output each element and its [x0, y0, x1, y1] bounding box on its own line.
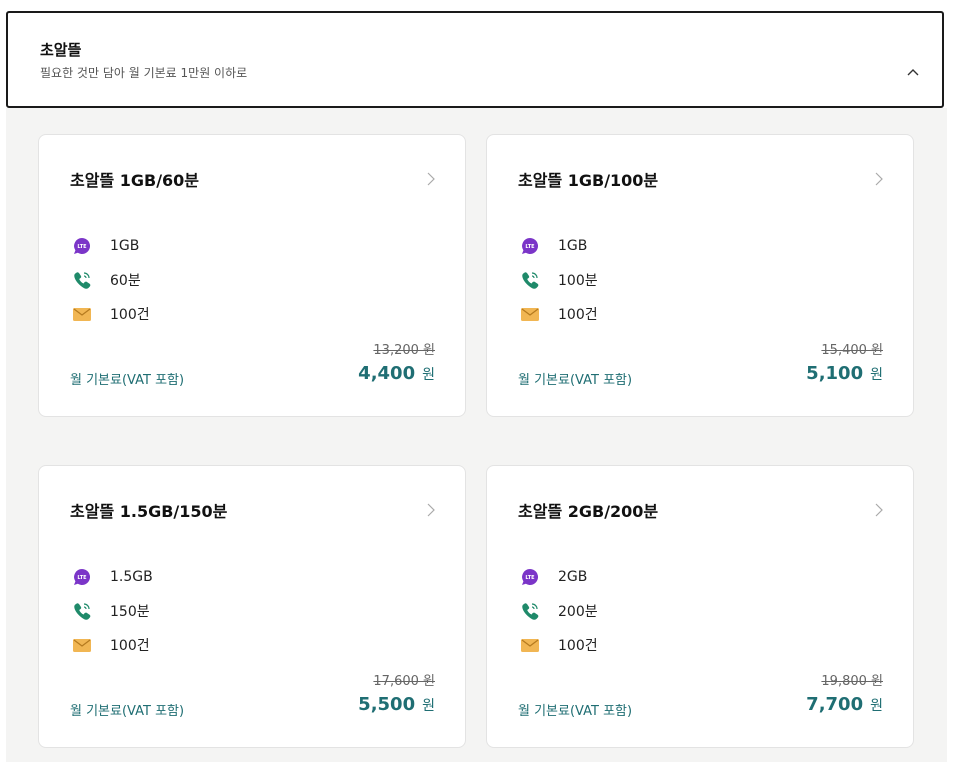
- data-amount: 2GB: [558, 569, 588, 585]
- discount-price: 5,100 원: [806, 363, 883, 384]
- voice-feature: 60분: [72, 269, 141, 291]
- discount-price: 5,500 원: [358, 694, 435, 715]
- original-price: 15,400 원: [821, 343, 883, 358]
- plan-card[interactable]: 초알뜰 2GB/200분 LTE 2GB 200분 100건 19,800 원 …: [486, 465, 914, 748]
- envelope-icon: [72, 304, 92, 324]
- data-feature: LTE 1GB: [72, 235, 139, 257]
- discount-price: 7,700 원: [806, 694, 883, 715]
- sms-feature: 100건: [520, 303, 598, 325]
- plan-card[interactable]: 초알뜰 1GB/100분 LTE 1GB 100분 100건 15,400 원 …: [486, 134, 914, 417]
- sms-count: 100건: [110, 307, 150, 323]
- sms-count: 100건: [558, 307, 598, 323]
- svg-text:LTE: LTE: [525, 575, 535, 581]
- lte-data-icon: LTE: [72, 236, 92, 256]
- phone-call-icon: [520, 601, 540, 621]
- sms-count: 100건: [110, 638, 150, 654]
- original-price: 17,600 원: [373, 674, 435, 689]
- data-feature: LTE 1GB: [520, 235, 587, 257]
- phone-call-icon: [520, 270, 540, 290]
- price-currency: 원: [870, 698, 883, 714]
- envelope-icon: [520, 635, 540, 655]
- category-subtitle: 필요한 것만 담아 월 기본료 1만원 이하로: [40, 66, 248, 80]
- original-price: 13,200 원: [373, 343, 435, 358]
- plan-category-header[interactable]: 초알뜰 필요한 것만 담아 월 기본료 1만원 이하로: [6, 11, 944, 108]
- lte-data-icon: LTE: [520, 236, 540, 256]
- data-feature: LTE 2GB: [520, 566, 587, 588]
- envelope-icon: [72, 635, 92, 655]
- monthly-fee-label: 월 기본료(VAT 포함): [518, 373, 633, 388]
- plan-name: 초알뜰 1.5GB/150분: [70, 502, 228, 521]
- monthly-fee-label: 월 기본료(VAT 포함): [518, 704, 633, 719]
- plan-card[interactable]: 초알뜰 1GB/60분 LTE 1GB 60분 100건 13,200 원 월 …: [38, 134, 466, 417]
- sms-feature: 100건: [520, 634, 598, 656]
- plan-name: 초알뜰 2GB/200분: [518, 502, 659, 521]
- svg-text:LTE: LTE: [525, 244, 535, 250]
- phone-call-icon: [72, 270, 92, 290]
- price-amount: 5,100: [806, 363, 864, 384]
- monthly-fee-label: 월 기본료(VAT 포함): [70, 704, 185, 719]
- data-amount: 1GB: [110, 238, 140, 254]
- original-price: 19,800 원: [821, 674, 883, 689]
- plan-list-panel: 초알뜰 1GB/60분 LTE 1GB 60분 100건 13,200 원 월 …: [6, 108, 947, 762]
- plan-name: 초알뜰 1GB/100분: [518, 171, 659, 190]
- chevron-right-icon[interactable]: [875, 503, 883, 517]
- envelope-icon: [520, 304, 540, 324]
- lte-data-icon: LTE: [520, 567, 540, 587]
- voice-minutes: 200분: [558, 604, 598, 620]
- sms-count: 100건: [558, 638, 598, 654]
- voice-minutes: 100분: [558, 273, 598, 289]
- svg-text:LTE: LTE: [77, 244, 87, 250]
- category-title: 초알뜰: [40, 41, 82, 59]
- sms-feature: 100건: [72, 634, 150, 656]
- price-amount: 7,700: [806, 694, 864, 715]
- monthly-fee-label: 월 기본료(VAT 포함): [70, 373, 185, 388]
- price-currency: 원: [422, 367, 435, 383]
- svg-text:LTE: LTE: [77, 575, 87, 581]
- price-amount: 5,500: [358, 694, 416, 715]
- voice-feature: 150분: [72, 600, 150, 622]
- voice-minutes: 150분: [110, 604, 150, 620]
- sms-feature: 100건: [72, 303, 150, 325]
- plan-card[interactable]: 초알뜰 1.5GB/150분 LTE 1.5GB 150분 100건 17,60…: [38, 465, 466, 748]
- chevron-up-icon[interactable]: [906, 65, 920, 79]
- voice-minutes: 60분: [110, 273, 141, 289]
- discount-price: 4,400 원: [358, 363, 435, 384]
- chevron-right-icon[interactable]: [427, 503, 435, 517]
- price-currency: 원: [870, 367, 883, 383]
- data-amount: 1.5GB: [110, 569, 153, 585]
- voice-feature: 100분: [520, 269, 598, 291]
- chevron-right-icon[interactable]: [427, 172, 435, 186]
- phone-call-icon: [72, 601, 92, 621]
- price-currency: 원: [422, 698, 435, 714]
- chevron-right-icon[interactable]: [875, 172, 883, 186]
- data-feature: LTE 1.5GB: [72, 566, 153, 588]
- data-amount: 1GB: [558, 238, 588, 254]
- plan-name: 초알뜰 1GB/60분: [70, 171, 200, 190]
- voice-feature: 200분: [520, 600, 598, 622]
- lte-data-icon: LTE: [72, 567, 92, 587]
- price-amount: 4,400: [358, 363, 416, 384]
